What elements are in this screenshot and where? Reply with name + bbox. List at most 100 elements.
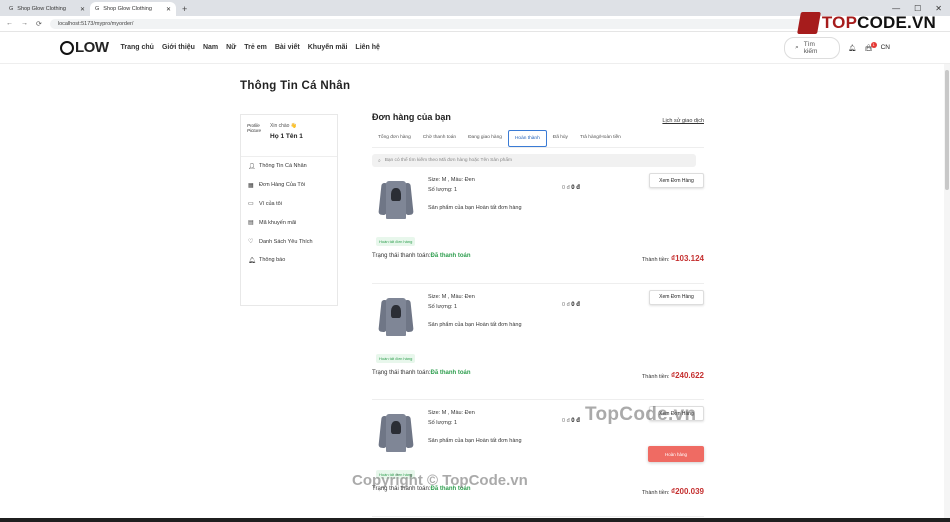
search-button[interactable]: ⌕ Tìm kiếm xyxy=(784,36,841,59)
topcode-brand-text: TOPCODE.VN xyxy=(821,13,936,32)
sidebar-item-label: Đơn Hàng Của Tôi xyxy=(259,182,306,189)
order-price: 0 đ 0 đ xyxy=(562,418,580,424)
bell-icon: 🔔︎ xyxy=(248,257,256,264)
reload-icon[interactable]: ⟳ xyxy=(36,20,42,28)
tab-title: Shop Glow Clothing xyxy=(103,6,152,12)
avatar: Profile Picture xyxy=(247,123,262,133)
sidebar-item-notifications[interactable]: 🔔︎ Thông báo xyxy=(241,251,337,270)
order-size-color: Size: M , Màu: Đen xyxy=(428,293,475,300)
logo-text: LOW xyxy=(75,39,109,56)
order-variant: Size: M , Màu: Đen Số lượng: 1 xyxy=(428,175,475,195)
order-variant: Size: M , Màu: Đen Số lượng: 1 xyxy=(428,408,475,428)
cart-count-badge: 1 xyxy=(870,41,877,48)
tab-all-orders[interactable]: Tổng đơn hàng xyxy=(372,130,417,147)
orders-title: Đơn hàng của bạn xyxy=(372,112,451,122)
main-menu: Trang chủ Giới thiệu Nam Nữ Trẻ em Bài v… xyxy=(121,44,380,51)
order-search-input[interactable]: ⌕ Bạn có thể tìm kiếm theo Mã đơn hàng h… xyxy=(372,154,696,167)
order-size-color: Size: M , Màu: Đen xyxy=(428,410,475,416)
topcode-mark-icon xyxy=(796,12,821,34)
tab-favicon-icon: G xyxy=(9,6,14,12)
search-label: Tìm kiếm xyxy=(803,40,818,55)
scrollbar-thumb[interactable] xyxy=(945,70,949,190)
wave-icon: 👋 xyxy=(290,123,298,129)
back-icon[interactable]: ← xyxy=(6,20,13,27)
tab-favicon-icon: G xyxy=(95,6,100,12)
sidebar-item-wallet[interactable]: ▭ Ví của tôi xyxy=(241,195,337,214)
profile-page: Thông Tin Cá Nhân Profile Picture Xin ch… xyxy=(0,64,950,517)
wallet-icon: ▭ xyxy=(248,201,254,208)
language-selector[interactable]: CN xyxy=(881,44,890,51)
history-link[interactable]: Lịch sử giao dịch xyxy=(662,118,704,124)
search-icon: ⌕ xyxy=(795,43,799,51)
shirt-thumbnail xyxy=(378,179,414,219)
tab-close-icon[interactable]: ✕ xyxy=(80,6,85,13)
order-quantity: Số lượng: 1 xyxy=(428,187,457,193)
order-note: Sản phẩm của bạn Hoàn tất đơn hàng xyxy=(428,438,522,444)
sidebar-item-label: Thông Tin Cá Nhân xyxy=(259,163,307,170)
menu-item-home[interactable]: Trang chủ xyxy=(121,44,154,51)
sidebar-item-label: Thông báo xyxy=(259,257,286,264)
order-total: Thành tiền: ₫240.622 xyxy=(641,370,704,380)
product-image[interactable] xyxy=(378,179,414,223)
order-variant: Size: M , Màu: Đen Số lượng: 1 xyxy=(428,292,475,312)
sidebar-item-label: Danh Sách Yêu Thích xyxy=(259,238,313,245)
topcode-watermark-logo: TOPCODE.VN xyxy=(796,12,936,34)
nav-actions: ⌕ Tìm kiếm 🔔︎ 👜︎ 1 CN xyxy=(784,36,890,59)
shirt-thumbnail xyxy=(378,296,414,336)
view-order-button[interactable]: Xem Đơn Hàng xyxy=(649,173,704,188)
tab-title: Shop Glow Clothing xyxy=(17,6,66,12)
page-title: Thông Tin Cá Nhân xyxy=(240,80,351,92)
order-quantity: Số lượng: 1 xyxy=(428,420,457,426)
sidebar-item-orders[interactable]: ▦ Đơn Hàng Của Tôi xyxy=(241,176,337,195)
sidebar-item-vouchers[interactable]: ▤ Mã khuyến mãi xyxy=(241,213,337,232)
view-order-button[interactable]: Xem Đơn Hàng xyxy=(649,289,704,305)
tab-returns[interactable]: Trả hàng/Hoàn tiền xyxy=(574,130,627,147)
logo-g-icon xyxy=(60,40,74,55)
tab-pending-payment[interactable]: Chờ thanh toán xyxy=(417,130,462,147)
menu-item-about[interactable]: Giới thiệu xyxy=(162,44,195,51)
product-image[interactable] xyxy=(378,412,414,456)
order-search-placeholder: Bạn có thể tìm kiếm theo Mã đơn hàng hoặ… xyxy=(384,158,513,163)
order-total: Thành tiền: ₫200.039 xyxy=(641,487,704,496)
user-name: Họ 1 Tên 1 xyxy=(270,133,303,140)
browser-tab-active[interactable]: G Shop Glow Clothing ✕ xyxy=(90,2,176,16)
browser-tab[interactable]: G Shop Glow Clothing ✕ xyxy=(4,2,90,16)
watermark-text: TopCode.vn xyxy=(585,404,697,425)
sidebar-item-wishlist[interactable]: ♡ Danh Sách Yêu Thích xyxy=(241,232,337,251)
return-order-button[interactable]: Hoàn hàng xyxy=(648,446,704,462)
bell-icon[interactable]: 🔔︎ xyxy=(848,44,856,52)
order-note: Sản phẩm của bạn Hoàn tất đơn hàng xyxy=(428,205,522,211)
close-window-icon[interactable]: ✕ xyxy=(935,4,942,13)
menu-item-blog[interactable]: Bài viết xyxy=(275,44,300,51)
order-card: Size: M , Màu: Đen Số lượng: 1 Sản phẩm … xyxy=(372,167,704,284)
page-scrollbar[interactable] xyxy=(944,64,950,522)
copyright-watermark: Copyright © TopCode.vn xyxy=(352,472,528,489)
menu-item-men[interactable]: Nam xyxy=(203,44,218,51)
tab-close-icon[interactable]: ✕ xyxy=(166,6,171,13)
product-image[interactable] xyxy=(378,296,414,340)
calendar-icon: ▦ xyxy=(248,182,254,189)
sidebar-item-label: Mã khuyến mãi xyxy=(259,219,297,226)
os-taskbar xyxy=(0,518,950,522)
site-navbar: LOW Trang chủ Giới thiệu Nam Nữ Trẻ em B… xyxy=(0,32,950,64)
menu-item-promo[interactable]: Khuyến mãi xyxy=(308,44,348,51)
site-logo[interactable]: LOW xyxy=(60,39,109,56)
menu-item-kids[interactable]: Trẻ em xyxy=(244,44,267,51)
cart-button[interactable]: 👜︎ 1 xyxy=(864,41,877,52)
new-tab-button[interactable]: + xyxy=(176,2,193,16)
order-size-color: Size: M , Màu: Đen xyxy=(428,177,475,183)
order-price: 0 đ 0 đ xyxy=(562,301,580,308)
order-quantity: Số lượng: 1 xyxy=(428,303,457,310)
order-status-tabs: Tổng đơn hàng Chờ thanh toán Đang giao h… xyxy=(372,130,704,148)
tab-cancelled[interactable]: Đã hủy xyxy=(547,130,574,147)
forward-icon[interactable]: → xyxy=(21,20,28,27)
menu-item-women[interactable]: Nữ xyxy=(226,44,236,51)
url-field[interactable]: localhost:5173/mypro/myorder/ xyxy=(49,18,810,29)
tab-completed[interactable]: Hoàn thành xyxy=(507,130,547,147)
sidebar-item-profile[interactable]: 👤︎ Thông Tin Cá Nhân xyxy=(241,157,337,176)
menu-item-contact[interactable]: Liên hệ xyxy=(355,44,380,51)
tab-shipping[interactable]: Đang giao hàng xyxy=(462,130,508,147)
profile-sidebar: Profile Picture Xin chào 👋 Họ 1 Tên 1 👤︎… xyxy=(240,114,338,306)
order-note: Sản phẩm của bạn Hoàn tất đơn hàng xyxy=(428,321,522,328)
search-icon: ⌕ xyxy=(378,158,381,164)
